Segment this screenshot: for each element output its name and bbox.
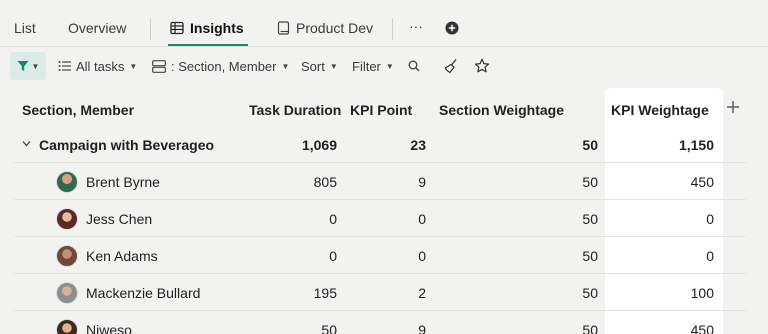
filter-dropdown[interactable]: Filter ▼ [352,52,394,80]
tab-overview[interactable]: Overview [68,20,126,36]
table-icon [170,21,184,35]
header-section-weightage[interactable]: Section Weightage [439,92,564,128]
tab-divider [150,18,151,40]
group-by-dropdown[interactable]: : Section, Member ▼ [152,52,289,80]
clear-button[interactable] [443,52,459,80]
table-row[interactable]: Mackenzie Bullard 195 2 50 100 [0,274,768,311]
kpi-weightage-cell: 450 [690,321,714,334]
group-row[interactable]: Campaign with Beverageo 1,069 23 50 1,15… [0,126,768,163]
header-section-member[interactable]: Section, Member [22,92,134,128]
filter-label: Filter [352,58,381,74]
view-tabs: List Overview Insights Product Dev ··· [0,0,768,46]
add-view-button[interactable] [445,21,459,35]
plus-icon [727,101,739,113]
tab-insights[interactable]: Insights [170,20,244,36]
header-task-duration[interactable]: Task Duration [249,92,341,128]
task-duration-cell: 0 [329,247,337,264]
header-kpi-point[interactable]: KPI Point [350,92,412,128]
kpi-point-cell: 9 [418,173,426,190]
tab-overview-label: Overview [68,20,127,36]
kpi-point-cell: 0 [418,247,426,264]
member-cell: Brent Byrne [56,163,160,200]
kpi-weightage-cell: 450 [690,173,714,190]
all-tasks-dropdown[interactable]: All tasks ▼ [58,52,137,80]
group-icon [152,59,166,73]
kpi-point-cell: 9 [418,321,426,334]
member-name: Brent Byrne [86,173,160,190]
search-button[interactable] [408,52,420,80]
section-weightage-cell: 50 [582,210,598,227]
group-by-label: : Section, Member [171,58,277,74]
task-duration-cell: 0 [329,210,337,227]
member-name: Jess Chen [86,210,153,227]
tab-product-dev-label: Product Dev [296,20,374,36]
all-tasks-label: All tasks [76,58,125,74]
group-section-weightage: 50 [582,136,598,153]
avatar [56,281,78,304]
filter-icon [17,61,29,71]
table-row[interactable]: Brent Byrne 805 9 50 450 [0,163,768,200]
group-task-duration: 1,069 [301,136,337,153]
chevron-down-icon: ▼ [129,61,138,71]
chevron-down-icon[interactable] [22,139,31,151]
chevron-down-icon: ▼ [281,61,290,71]
avatar [56,207,78,230]
doc-icon [277,21,290,35]
kpi-weightage-cell: 0 [706,247,714,264]
task-duration-cell: 195 [313,284,337,301]
favorite-button[interactable] [474,52,490,80]
section-weightage-cell: 50 [582,173,598,190]
task-duration-cell: 50 [321,321,337,334]
group-name: Campaign with Beverageo [39,136,215,153]
chevron-down-icon: ▼ [329,61,338,71]
more-tabs-button[interactable]: ··· [409,18,423,34]
more-label: ··· [409,18,423,34]
star-icon [474,58,490,73]
sort-dropdown[interactable]: Sort ▼ [301,52,338,80]
tab-list[interactable]: List [14,20,36,36]
member-cell: Niweso [56,311,132,334]
kpi-point-cell: 2 [418,284,426,301]
table-row[interactable]: Ken Adams 0 0 50 0 [0,237,768,274]
section-weightage-cell: 50 [582,247,598,264]
add-column-button[interactable] [726,98,740,119]
group-kpi-point: 23 [410,136,426,153]
list-icon [58,61,71,71]
chevron-down-icon: ▼ [385,61,394,71]
search-icon [408,60,420,72]
tab-insights-label: Insights [190,20,244,36]
member-name: Mackenzie Bullard [86,284,201,301]
task-duration-cell: 805 [313,173,337,190]
avatar [56,318,78,334]
avatar [56,170,78,193]
group-name-cell: Campaign with Beverageo [22,126,214,163]
kpi-weightage-cell: 100 [690,284,714,301]
tab-product-dev[interactable]: Product Dev [277,20,373,36]
kpi-point-cell: 0 [418,210,426,227]
tab-list-label: List [14,20,36,36]
plus-circle-icon [445,21,459,35]
toolbar: ▼ All tasks ▼ : Section, Member ▼ Sort ▼… [0,52,768,82]
header-kpi-weightage[interactable]: KPI Weightage [611,92,709,128]
chevron-down-icon: ▼ [31,61,40,71]
sort-label: Sort [301,58,325,74]
table-row[interactable]: Jess Chen 0 0 50 0 [0,200,768,237]
member-cell: Ken Adams [56,237,158,274]
group-kpi-weightage: 1,150 [678,136,714,153]
avatar [56,244,78,267]
filter-toggle-button[interactable]: ▼ [10,52,46,80]
member-name: Ken Adams [86,247,158,264]
member-cell: Mackenzie Bullard [56,274,200,311]
member-name: Niweso [86,321,132,334]
tabs-divider [0,46,768,47]
member-cell: Jess Chen [56,200,152,237]
broom-icon [444,59,457,74]
section-weightage-cell: 50 [582,321,598,334]
table-row[interactable]: Niweso 50 9 50 450 [0,311,768,334]
kpi-weightage-cell: 0 [706,210,714,227]
tab-divider [392,18,393,40]
section-weightage-cell: 50 [582,284,598,301]
